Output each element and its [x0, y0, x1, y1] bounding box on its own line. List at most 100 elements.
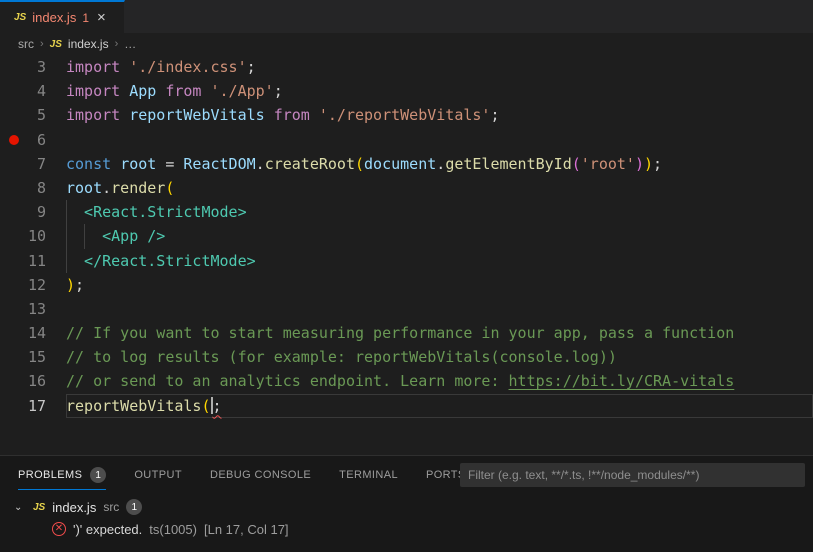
line-number[interactable]: 16	[0, 369, 66, 393]
code-line-text: </React.StrictMode>	[66, 249, 813, 273]
panel-tab-debug-console[interactable]: DEBUG CONSOLE	[210, 456, 311, 494]
panel-tab-problems[interactable]: PROBLEMS1	[18, 456, 106, 494]
line-number[interactable]: 6	[0, 128, 66, 152]
problems-filter-input[interactable]	[468, 468, 797, 482]
code-line-17[interactable]: 17reportWebVitals(;	[0, 394, 813, 418]
code-line-5[interactable]: 5import reportWebVitals from './reportWe…	[0, 103, 813, 127]
code-line-6[interactable]: 6	[0, 128, 813, 152]
line-number[interactable]: 4	[0, 79, 66, 103]
line-number[interactable]: 9	[0, 200, 66, 224]
code-line-text: <App />	[66, 224, 813, 248]
problems-file-path: src	[103, 500, 119, 514]
panel-tab-output[interactable]: OUTPUT	[134, 456, 182, 494]
code-line-14[interactable]: 14// If you want to start measuring perf…	[0, 321, 813, 345]
token-pln: .	[436, 155, 445, 173]
token-b2: (	[572, 155, 581, 173]
chevron-right-icon: ›	[115, 38, 119, 50]
code-line-7[interactable]: 7const root = ReactDOM.createRoot(docume…	[0, 152, 813, 176]
token-pln	[201, 82, 210, 100]
token-kw: from	[165, 82, 201, 100]
indent-guide	[84, 224, 85, 248]
token-b2: )	[635, 155, 644, 173]
line-number[interactable]: 8	[0, 176, 66, 200]
problem-rows: ✕')' expected.ts(1005)[Ln 17, Col 17]	[0, 518, 813, 540]
code-line-text: import reportWebVitals from './reportWeb…	[66, 103, 813, 127]
code-line-text: // If you want to start measuring perfor…	[66, 321, 813, 345]
line-number[interactable]: 5	[0, 103, 66, 127]
code-line-3[interactable]: 3import './index.css';	[0, 55, 813, 79]
problems-file-name: index.js	[52, 500, 96, 515]
code-line-12[interactable]: 12);	[0, 273, 813, 297]
token-pln	[111, 155, 120, 173]
javascript-file-icon: JS	[50, 39, 62, 50]
line-number[interactable]: 14	[0, 321, 66, 345]
token-pln	[120, 58, 129, 76]
line-number[interactable]: 15	[0, 345, 66, 369]
line-number[interactable]: 7	[0, 152, 66, 176]
token-cmtl: https://bit.ly/CRA-vitals	[509, 372, 735, 390]
code-line-15[interactable]: 15// to log results (for example: report…	[0, 345, 813, 369]
code-editor[interactable]: 3import './index.css';4import App from '…	[0, 55, 813, 455]
javascript-file-icon: JS	[33, 502, 45, 513]
token-kw: import	[66, 106, 120, 124]
token-kw: import	[66, 82, 120, 100]
token-jsx: <React.StrictMode>	[66, 203, 247, 221]
token-var: App	[129, 82, 156, 100]
panel-tab-label: OUTPUT	[134, 469, 182, 481]
indent-guide	[66, 200, 67, 224]
line-number[interactable]: 11	[0, 249, 66, 273]
code-line-text: import './index.css';	[66, 55, 813, 79]
javascript-file-icon: JS	[14, 12, 26, 23]
error-icon: ✕	[52, 522, 66, 536]
breadcrumb-file[interactable]: index.js	[68, 37, 109, 51]
code-line-9[interactable]: 9 <React.StrictMode>	[0, 200, 813, 224]
code-line-8[interactable]: 8root.render(	[0, 176, 813, 200]
token-cmt: // If you want to start measuring perfor…	[66, 324, 734, 342]
error-location: [Ln 17, Col 17]	[204, 522, 289, 537]
panel-tab-terminal[interactable]: TERMINAL	[339, 456, 398, 494]
problems-filter	[460, 463, 805, 487]
breadcrumb-folder[interactable]: src	[18, 37, 34, 51]
token-pln	[120, 106, 129, 124]
close-icon[interactable]: ×	[97, 10, 106, 25]
token-fn: reportWebVitals	[66, 397, 201, 415]
token-kw: from	[274, 106, 310, 124]
error-source: ts(1005)	[149, 522, 197, 537]
token-b1: (	[201, 397, 210, 415]
token-pln: .	[256, 155, 265, 173]
code-line-text: );	[66, 273, 813, 297]
line-number[interactable]: 13	[0, 297, 66, 321]
panel-tab-badge: 1	[90, 467, 106, 483]
tab-index-js[interactable]: JS index.js 1 ×	[0, 0, 125, 33]
token-pln: .	[102, 179, 111, 197]
line-number[interactable]: 3	[0, 55, 66, 79]
code-line-13[interactable]: 13	[0, 297, 813, 321]
editor-tab-bar: JS index.js 1 ×	[0, 0, 813, 33]
breadcrumb-symbol-ellipsis[interactable]: …	[124, 37, 136, 51]
chevron-down-icon[interactable]: ⌄	[14, 502, 26, 513]
line-number[interactable]: 17	[0, 394, 66, 418]
token-pln	[310, 106, 319, 124]
code-line-4[interactable]: 4import App from './App';	[0, 79, 813, 103]
token-jsx: </React.StrictMode>	[66, 252, 256, 270]
code-line-text: const root = ReactDOM.createRoot(documen…	[66, 152, 813, 176]
problems-file-row[interactable]: ⌄ JS index.js src 1	[0, 496, 813, 518]
code-line-11[interactable]: 11 </React.StrictMode>	[0, 249, 813, 273]
token-pln: ;	[653, 155, 662, 173]
code-line-text	[66, 297, 813, 321]
problems-file-count-badge: 1	[126, 499, 142, 515]
problem-error-row[interactable]: ✕')' expected.ts(1005)[Ln 17, Col 17]	[0, 518, 813, 540]
breakpoint-icon[interactable]	[9, 135, 19, 145]
token-var: root	[66, 179, 102, 197]
code-line-10[interactable]: 10 <App />	[0, 224, 813, 248]
token-pln	[156, 82, 165, 100]
token-var: ReactDOM	[183, 155, 255, 173]
line-number[interactable]: 10	[0, 224, 66, 248]
token-fn: getElementById	[445, 155, 571, 173]
token-var: document	[364, 155, 436, 173]
token-str: './App'	[211, 82, 274, 100]
code-line-16[interactable]: 16// or send to an analytics endpoint. L…	[0, 369, 813, 393]
token-cmt: // or send to an analytics endpoint. Lea…	[66, 372, 509, 390]
token-fn: render	[111, 179, 165, 197]
line-number[interactable]: 12	[0, 273, 66, 297]
